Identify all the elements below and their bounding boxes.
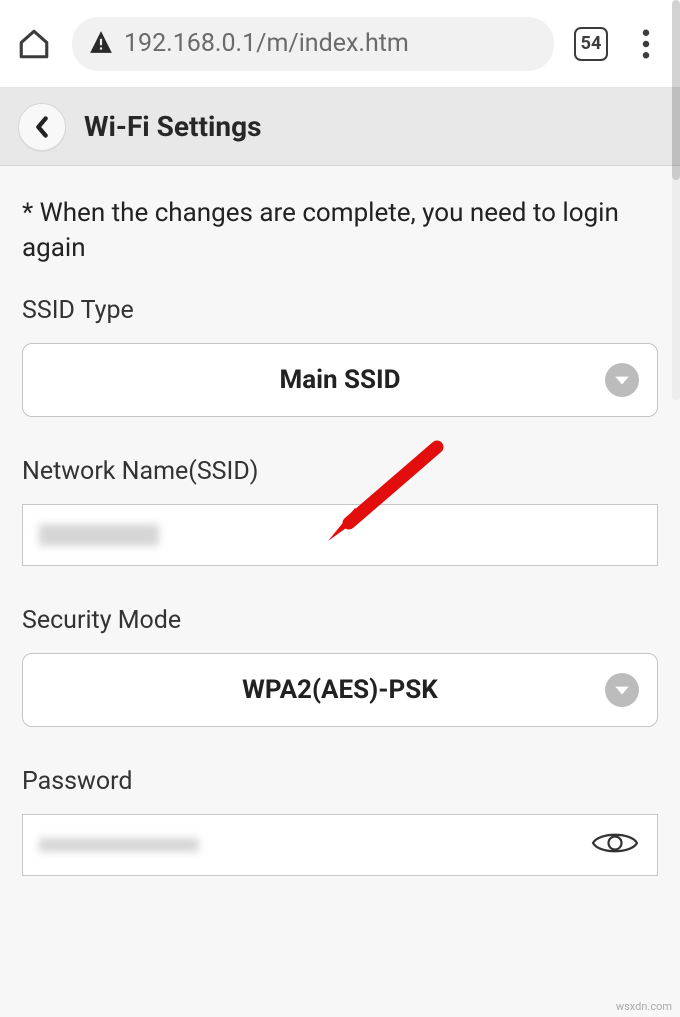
tab-count-number: 54 bbox=[581, 33, 602, 54]
password-label: Password bbox=[22, 767, 658, 796]
security-mode-select[interactable]: WPA2(AES)-PSK bbox=[22, 653, 658, 727]
chevron-down-icon bbox=[605, 673, 639, 707]
content-area: * When the changes are complete, you nee… bbox=[0, 166, 680, 1017]
network-name-value-redacted bbox=[39, 524, 159, 546]
password-value-redacted bbox=[39, 838, 199, 852]
security-mode-value: WPA2(AES)-PSK bbox=[242, 675, 438, 705]
password-input[interactable] bbox=[22, 814, 658, 876]
not-secure-icon bbox=[88, 29, 114, 59]
eye-icon[interactable] bbox=[591, 828, 639, 862]
page-header: Wi-Fi Settings bbox=[0, 88, 680, 166]
watermark-text: wsxdn.com bbox=[616, 1000, 672, 1013]
chevron-down-icon bbox=[605, 363, 639, 397]
network-name-input[interactable] bbox=[22, 504, 658, 566]
network-name-label: Network Name(SSID) bbox=[22, 457, 658, 486]
overflow-menu-icon[interactable] bbox=[628, 29, 664, 59]
url-bar[interactable]: 192.168.0.1/m/index.htm bbox=[72, 17, 554, 71]
home-icon[interactable] bbox=[16, 26, 52, 62]
notice-text: * When the changes are complete, you nee… bbox=[22, 196, 658, 266]
browser-bar: 192.168.0.1/m/index.htm 54 bbox=[0, 0, 680, 88]
ssid-type-value: Main SSID bbox=[279, 365, 400, 395]
url-text: 192.168.0.1/m/index.htm bbox=[124, 29, 409, 58]
tab-count-button[interactable]: 54 bbox=[574, 27, 608, 61]
ssid-type-select[interactable]: Main SSID bbox=[22, 343, 658, 417]
ssid-type-label: SSID Type bbox=[22, 296, 658, 325]
scrollbar-thumb[interactable] bbox=[672, 0, 680, 180]
chevron-left-icon bbox=[33, 116, 51, 138]
back-button[interactable] bbox=[18, 103, 66, 151]
security-mode-label: Security Mode bbox=[22, 606, 658, 635]
page-title: Wi-Fi Settings bbox=[84, 110, 261, 143]
